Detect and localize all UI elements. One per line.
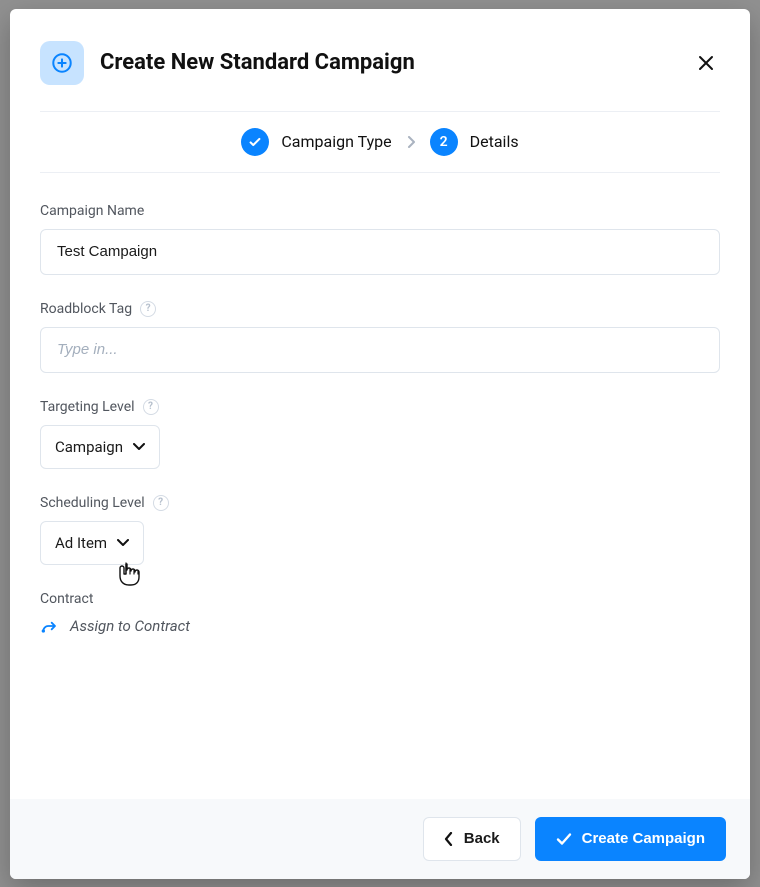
campaign-name-input[interactable]	[40, 229, 720, 275]
targeting-level-label: Targeting Level	[40, 399, 135, 415]
stepper: Campaign Type 2 Details	[40, 112, 720, 172]
targeting-level-value: Campaign	[55, 438, 123, 456]
contract-group: Contract Assign to Contract	[40, 591, 720, 639]
targeting-level-group: Targeting Level ? Campaign	[40, 399, 720, 469]
help-icon[interactable]: ?	[140, 301, 156, 317]
stepper-section: Campaign Type 2 Details	[10, 95, 750, 173]
modal-backdrop: Create New Standard Campaign Campaign	[0, 0, 760, 887]
plus-circle-icon	[51, 52, 73, 74]
step-campaign-type[interactable]: Campaign Type	[241, 128, 391, 156]
chevron-left-icon	[444, 832, 454, 846]
assign-arrow-icon	[40, 617, 60, 635]
step-separator	[406, 136, 416, 148]
step-label: Details	[470, 132, 519, 151]
header-icon-container	[40, 41, 84, 85]
check-icon	[248, 135, 262, 149]
assign-to-contract-text: Assign to Contract	[70, 617, 190, 635]
step-current-indicator: 2	[430, 128, 458, 156]
modal-body: Campaign Name Roadblock Tag ? Targeting …	[10, 173, 750, 799]
step-label: Campaign Type	[281, 132, 391, 151]
modal-footer: Back Create Campaign	[10, 799, 750, 879]
scheduling-level-select[interactable]: Ad Item	[40, 521, 144, 565]
assign-to-contract-link[interactable]: Assign to Contract	[40, 617, 190, 635]
targeting-level-select[interactable]: Campaign	[40, 425, 160, 469]
close-button[interactable]	[692, 49, 720, 77]
modal-title: Create New Standard Campaign	[100, 50, 415, 75]
contract-label: Contract	[40, 591, 93, 607]
back-button[interactable]: Back	[423, 817, 521, 861]
scheduling-level-group: Scheduling Level ? Ad Item	[40, 495, 720, 565]
check-icon	[556, 832, 572, 846]
chevron-right-icon	[406, 136, 416, 148]
help-icon[interactable]: ?	[143, 399, 159, 415]
scheduling-level-label: Scheduling Level	[40, 495, 145, 511]
help-icon[interactable]: ?	[153, 495, 169, 511]
back-button-label: Back	[464, 830, 500, 847]
roadblock-tag-input[interactable]	[40, 327, 720, 373]
step-complete-indicator	[241, 128, 269, 156]
step-details[interactable]: 2 Details	[430, 128, 519, 156]
create-campaign-modal: Create New Standard Campaign Campaign	[10, 9, 750, 879]
cursor-pointer-icon	[118, 561, 142, 589]
create-campaign-button[interactable]: Create Campaign	[535, 817, 726, 861]
chevron-down-icon	[133, 443, 145, 451]
roadblock-tag-group: Roadblock Tag ?	[40, 301, 720, 373]
chevron-down-icon	[117, 539, 129, 547]
scheduling-level-value: Ad Item	[55, 534, 107, 552]
modal-header: Create New Standard Campaign	[10, 9, 750, 95]
close-icon	[698, 55, 714, 71]
campaign-name-group: Campaign Name	[40, 203, 720, 275]
campaign-name-label: Campaign Name	[40, 203, 144, 219]
modal-header-left: Create New Standard Campaign	[40, 41, 415, 85]
create-campaign-button-label: Create Campaign	[582, 830, 705, 847]
roadblock-tag-label: Roadblock Tag	[40, 301, 132, 317]
